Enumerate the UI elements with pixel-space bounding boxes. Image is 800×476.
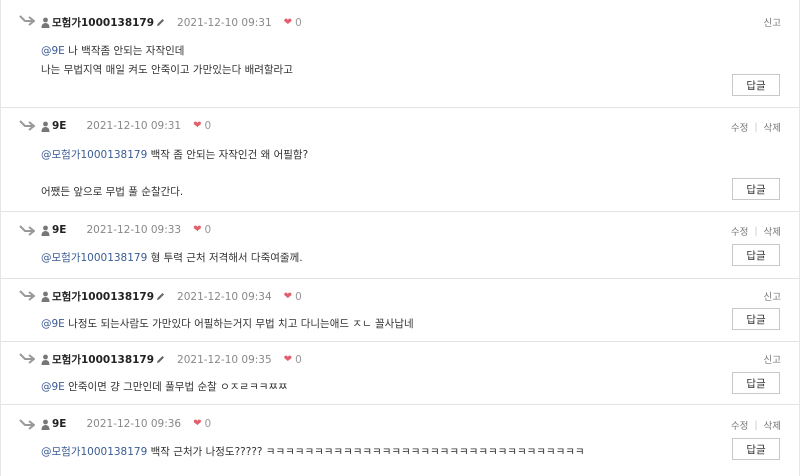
heart-icon[interactable]: ❤ [193,121,201,131]
like-count: 0 [204,120,212,132]
user-icon [41,17,50,28]
mention-link[interactable]: @모험가1000138179 [41,446,147,458]
comment-author[interactable]: 9E [52,120,66,132]
pencil-icon [157,19,165,26]
comment-line: 백작 근처가 나정도????? ㅋㅋㅋㅋㅋㅋㅋㅋㅋㅋㅋㅋㅋㅋㅋㅋㅋㅋㅋㅋㅋㅋㅋㅋ… [150,446,585,458]
mention-link[interactable]: @모험가1000138179 [41,149,147,161]
comment-line: 나정도 되는사람도 가만있다 어필하는거지 무법 치고 다니는애드 ㅈㄴ 꼴사납… [68,318,414,330]
comment-line: 나 백작좀 안되는 자작인데 [68,45,185,57]
comment-meta: 모험가1000138179 2021-12-10 09:34 ❤ 0 [41,289,302,304]
user-icon [41,354,50,365]
comment-meta: 모험가1000138179 2021-12-10 09:35 ❤ 0 [41,352,302,367]
reply-arrow-icon [19,353,35,364]
comment-line: 형 투력 근처 저격해서 다죽여줄께. [150,252,303,264]
delete-button[interactable]: 삭제 [764,224,781,238]
comment-line: 어쨌든 앞으로 무법 풀 순찰간다. [41,186,184,198]
comment-actions: 신고 [764,289,781,303]
like-count: 0 [295,353,302,366]
comment-item: 모험가1000138179 2021-12-10 09:34 ❤ 0 신고 @9… [1,279,799,342]
comment-line: 나는 무법지역 매일 켜도 안죽이고 가만있는다 배려할라고 [41,64,293,76]
user-icon [41,419,50,430]
reply-button[interactable]: 답글 [732,244,780,266]
user-icon [41,121,50,132]
reply-button[interactable]: 답글 [732,74,780,96]
like-count: 0 [204,418,212,430]
heart-icon[interactable]: ❤ [284,17,292,28]
comment-date: 2021-12-10 09:36 [86,418,182,430]
heart-icon[interactable]: ❤ [284,291,292,302]
comment-text: @9E 나정도 되는사람도 가만있다 어필하는거지 무법 치고 다니는애드 ㅈㄴ… [41,316,414,331]
reply-arrow-icon [19,290,35,301]
comment-actions: 신고 [764,352,781,366]
reply-button[interactable]: 답글 [732,308,780,330]
report-button[interactable]: 신고 [764,15,781,29]
action-divider: | [754,225,758,237]
mention-link[interactable]: @9E [41,381,65,393]
reply-button[interactable]: 답글 [732,438,780,460]
user-icon [41,291,50,302]
mention-link[interactable]: @9E [41,318,65,330]
comment-actions: 수정 | 삭제 [731,120,781,135]
reply-button[interactable]: 답글 [732,178,780,200]
action-divider: | [754,419,758,431]
comment-list: 모험가1000138179 2021-12-10 09:31 ❤ 0 신고 @9… [0,0,800,476]
report-button[interactable]: 신고 [764,289,781,303]
comment-author[interactable]: 모험가1000138179 [52,352,154,367]
reply-arrow-icon [19,419,35,430]
comment-meta: 9E 2021-12-10 09:36 ❤ 0 [41,418,211,430]
comment-text: @9E 나 백작좀 안되는 자작인데 [41,43,184,58]
delete-button[interactable]: 삭제 [764,120,781,134]
heart-icon[interactable]: ❤ [284,354,292,365]
comment-date: 2021-12-10 09:34 [177,290,272,303]
comment-date: 2021-12-10 09:35 [177,353,272,366]
comment-author[interactable]: 9E [52,418,66,430]
comment-author[interactable]: 모험가1000138179 [52,15,154,30]
comment-line: 안죽이면 걍 그만인데 풀무법 순찰 ㅇㅈㄹㅋㅋㅉㅉ [68,381,288,393]
comment-actions: 수정 | 삭제 [731,224,781,239]
edit-button[interactable]: 수정 [731,224,748,238]
comment-actions: 수정 | 삭제 [731,418,781,433]
comment-date: 2021-12-10 09:31 [177,16,272,29]
action-divider: | [754,121,758,133]
comment-meta: 9E 2021-12-10 09:31 ❤ 0 [41,120,211,132]
edit-button[interactable]: 수정 [731,418,748,432]
comment-text: @모험가1000138179 형 투력 근처 저격해서 다죽여줄께. [41,250,303,265]
comment-text: @모험가1000138179 백작 근처가 나정도????? ㅋㅋㅋㅋㅋㅋㅋㅋㅋ… [41,444,585,459]
comment-item: 9E 2021-12-10 09:31 ❤ 0 수정 | 삭제 @모험가1000… [1,108,799,212]
comment-author[interactable]: 9E [52,224,66,236]
pencil-icon [157,293,165,300]
reply-arrow-icon [19,225,35,236]
heart-icon[interactable]: ❤ [193,225,201,235]
comment-date: 2021-12-10 09:33 [86,224,182,236]
mention-link[interactable]: @모험가1000138179 [41,252,147,264]
comment-item: 9E 2021-12-10 09:36 ❤ 0 수정 | 삭제 @모험가1000… [1,405,799,476]
like-count: 0 [295,290,302,303]
comment-item: 9E 2021-12-10 09:33 ❤ 0 수정 | 삭제 @모험가1000… [1,212,799,279]
reply-button[interactable]: 답글 [732,372,780,394]
comment-text: @9E 안죽이면 걍 그만인데 풀무법 순찰 ㅇㅈㄹㅋㅋㅉㅉ [41,379,288,394]
like-count: 0 [204,224,212,236]
comment-meta: 9E 2021-12-10 09:33 ❤ 0 [41,224,211,236]
report-button[interactable]: 신고 [764,352,781,366]
comment-line: 백작 좀 안되는 자작인건 왜 어필함? [150,149,309,161]
comment-meta: 모험가1000138179 2021-12-10 09:31 ❤ 0 [41,15,302,30]
edit-button[interactable]: 수정 [731,120,748,134]
comment-actions: 신고 [764,15,781,29]
delete-button[interactable]: 삭제 [764,418,781,432]
comment-text: @모험가1000138179 백작 좀 안되는 자작인건 왜 어필함? [41,147,308,162]
comment-date: 2021-12-10 09:31 [86,120,182,132]
comment-item: 모험가1000138179 2021-12-10 09:31 ❤ 0 신고 @9… [1,0,799,108]
reply-arrow-icon [19,15,35,26]
pencil-icon [157,356,165,363]
heart-icon[interactable]: ❤ [193,419,201,429]
user-icon [41,225,50,236]
like-count: 0 [295,16,302,29]
comment-author[interactable]: 모험가1000138179 [52,289,154,304]
mention-link[interactable]: @9E [41,45,65,57]
comment-item: 모험가1000138179 2021-12-10 09:35 ❤ 0 신고 @9… [1,342,799,405]
reply-arrow-icon [19,120,35,131]
